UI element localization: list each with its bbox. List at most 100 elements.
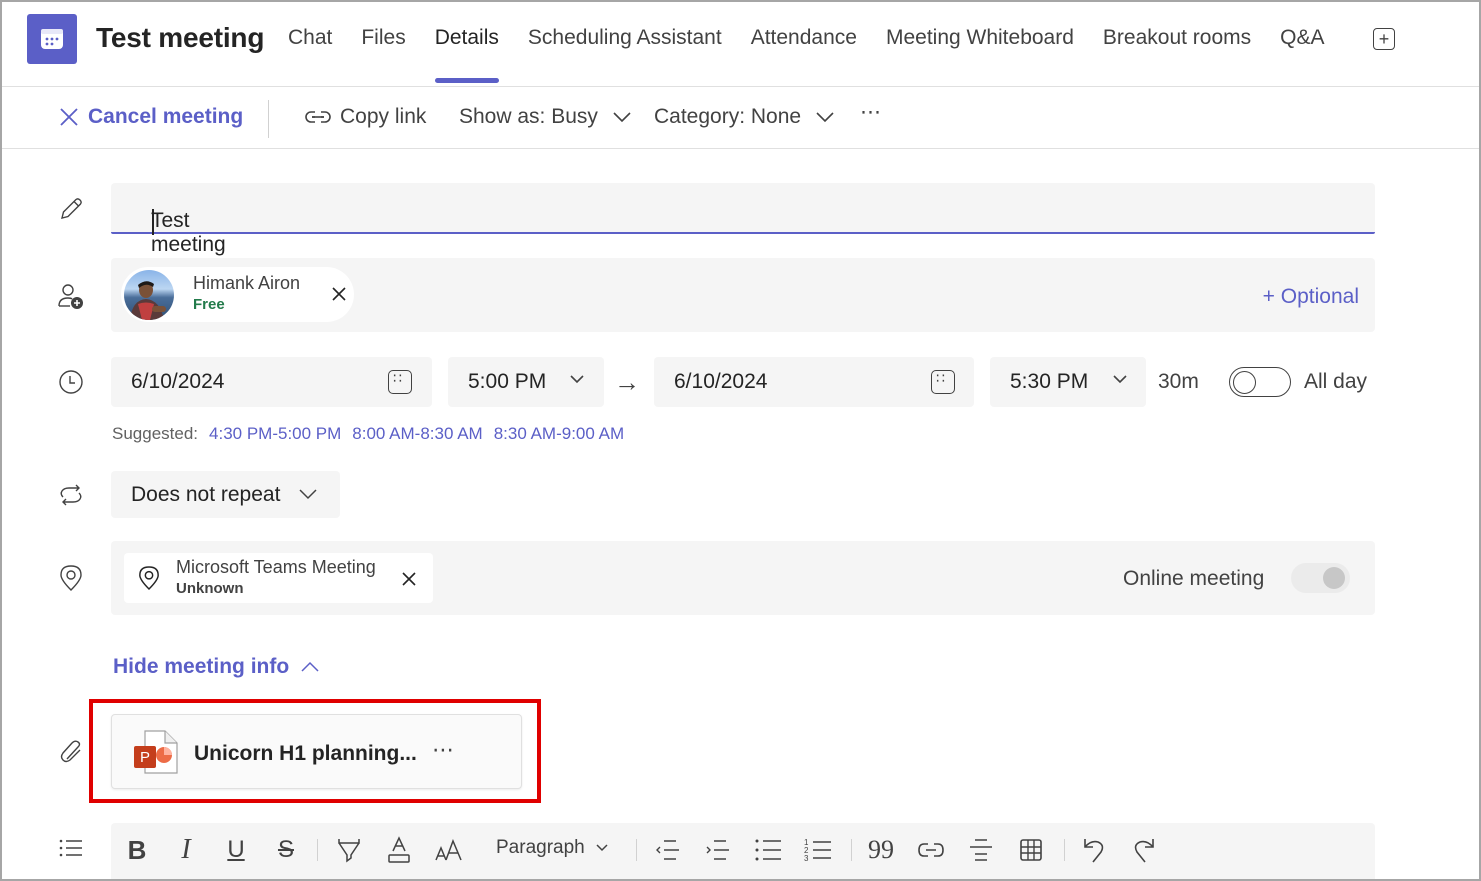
hide-meeting-info-button[interactable]: Hide meeting info — [113, 655, 319, 679]
meeting-header: Test meeting Chat Files Details Scheduli… — [0, 0, 1481, 87]
table-icon — [1020, 839, 1042, 861]
attendees-field[interactable]: Himank Airon Free + Optional — [111, 258, 1375, 332]
underline-button[interactable]: U — [221, 835, 251, 865]
font-size-button[interactable] — [434, 835, 464, 865]
tab-files[interactable]: Files — [361, 26, 405, 86]
strikethrough-button[interactable]: S — [271, 835, 301, 865]
link-icon — [305, 110, 331, 124]
toolbar-divider — [636, 839, 637, 861]
tab-breakout-rooms[interactable]: Breakout rooms — [1103, 26, 1251, 86]
tab-attendance[interactable]: Attendance — [751, 26, 857, 86]
redo-button[interactable] — [1129, 835, 1159, 865]
category-dropdown[interactable]: Category: None — [654, 105, 835, 129]
meeting-title-input[interactable]: Test meeting — [111, 183, 1375, 256]
tab-chat[interactable]: Chat — [288, 26, 332, 86]
font-color-button[interactable] — [384, 835, 414, 865]
italic-button[interactable]: I — [171, 834, 201, 865]
attachment-card[interactable]: P Unicorn H1 planning... ⋯ — [111, 714, 522, 789]
remove-location-button[interactable] — [399, 569, 419, 589]
decrease-indent-icon — [656, 840, 679, 860]
attachment-more-button[interactable]: ⋯ — [432, 737, 455, 763]
attendee-status: Free — [193, 296, 225, 313]
page-title: Test meeting — [96, 22, 265, 53]
suggested-slot[interactable]: 8:00 AM-8:30 AM — [352, 424, 482, 444]
tab-details[interactable]: Details — [434, 26, 500, 86]
more-options-button[interactable]: ⋯ — [860, 100, 882, 125]
link-icon — [918, 843, 944, 857]
suggested-slot[interactable]: 8:30 AM-9:00 AM — [494, 424, 624, 444]
add-person-icon — [57, 282, 85, 310]
chevron-up-icon — [301, 661, 319, 672]
chevron-down-icon — [613, 112, 631, 123]
paperclip-icon — [57, 737, 85, 765]
bulleted-list-icon — [755, 839, 781, 861]
insert-table-button[interactable] — [1016, 835, 1046, 865]
calendar-icon — [388, 370, 412, 394]
undo-icon — [1084, 839, 1104, 863]
location-icon — [57, 564, 85, 592]
highlight-button[interactable] — [334, 835, 364, 865]
end-date-picker[interactable]: 6/10/2024 — [654, 357, 974, 407]
location-field[interactable]: Microsoft Teams Meeting Unknown Online m… — [111, 541, 1375, 615]
show-as-label: Show as: Busy — [459, 105, 598, 128]
more-icon: ⋯ — [860, 101, 882, 124]
start-time-dropdown[interactable]: 5:00 PM — [448, 357, 604, 407]
category-label: Category: None — [654, 105, 802, 128]
chevron-down-icon — [570, 375, 584, 384]
plus-icon: + — [1378, 29, 1390, 49]
quote-button[interactable]: 99 — [866, 835, 896, 865]
horizontal-rule-button[interactable] — [966, 835, 996, 865]
add-tab-button[interactable]: + — [1373, 28, 1395, 50]
calendar-icon — [931, 370, 955, 394]
formatting-toolbar: B I U S Paragraph 123 99 — [111, 823, 1375, 881]
chevron-down-icon — [816, 112, 834, 123]
decrease-indent-button[interactable] — [653, 835, 683, 865]
meeting-toolbar: Cancel meeting Copy link Show as: Busy C… — [0, 88, 1481, 149]
undo-button[interactable] — [1079, 835, 1109, 865]
all-day-label: All day — [1304, 370, 1368, 393]
hide-meeting-info-label: Hide meeting info — [113, 655, 290, 678]
cancel-meeting-label: Cancel meeting — [88, 105, 244, 128]
add-optional-attendee-link[interactable]: + Optional — [1263, 285, 1359, 309]
increase-indent-button[interactable] — [703, 835, 733, 865]
remove-attendee-button[interactable] — [329, 284, 349, 304]
location-pin-icon — [139, 566, 159, 591]
numbered-list-button[interactable]: 123 — [803, 835, 833, 865]
bulleted-list-button[interactable] — [753, 835, 783, 865]
start-date-picker[interactable]: 6/10/2024 — [111, 357, 432, 407]
copy-link-label: Copy link — [340, 105, 427, 128]
svg-text:P: P — [140, 749, 150, 766]
increase-indent-icon — [706, 840, 729, 860]
all-day-toggle[interactable] — [1229, 367, 1291, 397]
toolbar-divider — [268, 100, 269, 138]
insert-link-button[interactable] — [916, 835, 946, 865]
repeat-value: Does not repeat — [131, 483, 281, 506]
toolbar-divider — [317, 839, 318, 861]
repeat-dropdown[interactable]: Does not repeat — [111, 471, 340, 518]
online-meeting-label: Online meeting — [1123, 567, 1265, 590]
copy-link-button[interactable]: Copy link — [304, 105, 426, 129]
tab-qa[interactable]: Q&A — [1280, 26, 1324, 86]
online-meeting-toggle[interactable] — [1291, 563, 1350, 593]
attachment-name: Unicorn H1 planning... — [194, 742, 417, 765]
close-icon — [60, 108, 78, 126]
attendee-chip[interactable]: Himank Airon Free — [121, 267, 354, 322]
close-icon — [332, 287, 346, 301]
description-list-icon — [57, 834, 85, 862]
suggested-slot[interactable]: 4:30 PM-5:00 PM — [209, 424, 341, 444]
paragraph-style-dropdown[interactable]: Paragraph — [496, 837, 609, 859]
tab-scheduling-assistant[interactable]: Scheduling Assistant — [528, 26, 722, 86]
horizontal-rule-icon — [970, 839, 992, 861]
tab-meeting-whiteboard[interactable]: Meeting Whiteboard — [886, 26, 1074, 86]
bold-button[interactable]: B — [122, 835, 152, 865]
arrow-right-icon: → — [614, 367, 640, 397]
location-chip[interactable]: Microsoft Teams Meeting Unknown — [124, 553, 433, 603]
cancel-meeting-button[interactable]: Cancel meeting — [58, 105, 243, 129]
end-time-dropdown[interactable]: 5:30 PM — [990, 357, 1146, 407]
suggested-label: Suggested: — [112, 424, 199, 443]
chevron-down-icon — [596, 844, 608, 852]
meeting-title-value: Test meeting — [151, 209, 226, 256]
highlighter-icon — [338, 839, 360, 863]
numbered-list-icon: 123 — [804, 838, 831, 863]
show-as-dropdown[interactable]: Show as: Busy — [459, 105, 632, 129]
